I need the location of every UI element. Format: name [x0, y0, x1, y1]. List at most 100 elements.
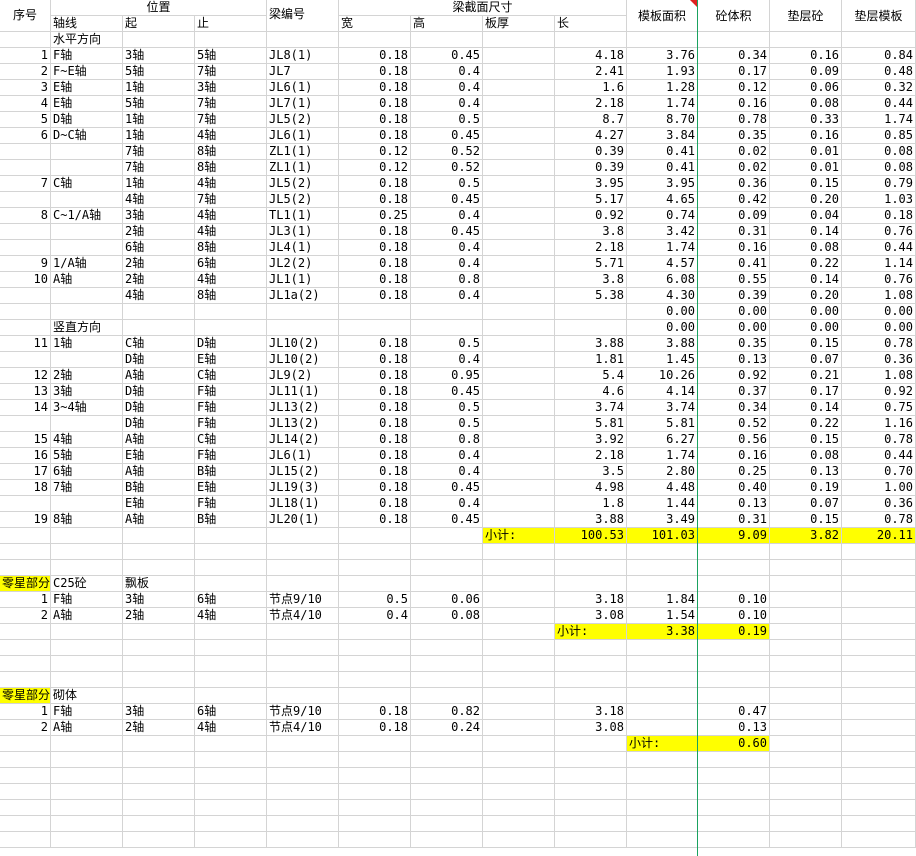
cell-to[interactable]: 7轴 — [195, 112, 267, 128]
cell-cc[interactable]: 0.16 — [770, 128, 842, 144]
cell-len[interactable]: 1.6 — [555, 80, 627, 96]
cell-h[interactable]: 0.45 — [411, 128, 483, 144]
cell-slab[interactable] — [483, 464, 555, 480]
cell-vol[interactable]: 0.78 — [698, 112, 770, 128]
cell-beam[interactable]: JL18(1) — [267, 496, 339, 512]
cell-beam[interactable] — [267, 672, 339, 688]
cell-w[interactable]: 0.18 — [339, 96, 411, 112]
cell-len[interactable]: 3.92 — [555, 432, 627, 448]
cell-cc[interactable] — [770, 752, 842, 768]
cell-from[interactable]: E轴 — [123, 448, 195, 464]
header-axis[interactable]: 轴线 — [51, 16, 123, 32]
cell-cc[interactable] — [770, 832, 842, 848]
cell-h[interactable]: 0.45 — [411, 512, 483, 528]
cell-cc[interactable]: 0.07 — [770, 496, 842, 512]
cell-seq[interactable] — [0, 736, 51, 752]
cell-cc[interactable] — [770, 592, 842, 608]
cell-axis[interactable] — [51, 144, 123, 160]
cell-beam[interactable]: JL6(1) — [267, 448, 339, 464]
cell-beam[interactable] — [267, 320, 339, 336]
cell-axis[interactable] — [51, 784, 123, 800]
cell-slab[interactable] — [483, 576, 555, 592]
cell-len[interactable]: 5.17 — [555, 192, 627, 208]
cell-cc[interactable]: 0.08 — [770, 96, 842, 112]
cell-w[interactable]: 0.18 — [339, 464, 411, 480]
cell-beam[interactable] — [267, 768, 339, 784]
cell-cf[interactable]: 0.78 — [842, 512, 916, 528]
cell-axis[interactable]: A轴 — [51, 608, 123, 624]
cell-from[interactable]: 3轴 — [123, 48, 195, 64]
cell-from[interactable]: A轴 — [123, 512, 195, 528]
cell-beam[interactable] — [267, 816, 339, 832]
cell-w[interactable] — [339, 32, 411, 48]
cell-vol[interactable]: 0.02 — [698, 144, 770, 160]
cell-beam[interactable]: JL15(2) — [267, 464, 339, 480]
cell-from[interactable]: A轴 — [123, 432, 195, 448]
cell-seq[interactable] — [0, 416, 51, 432]
cell-axis[interactable]: D轴 — [51, 112, 123, 128]
cell-h[interactable] — [411, 672, 483, 688]
cell-seq[interactable]: 19 — [0, 512, 51, 528]
cell-area[interactable]: 1.74 — [627, 448, 698, 464]
cell-to[interactable] — [195, 784, 267, 800]
cell-cc[interactable] — [770, 576, 842, 592]
cell-cc[interactable]: 0.21 — [770, 368, 842, 384]
cell-h[interactable]: 0.06 — [411, 592, 483, 608]
cell-beam[interactable]: JL2(2) — [267, 256, 339, 272]
cell-len[interactable]: 5.71 — [555, 256, 627, 272]
cell-w[interactable]: 0.18 — [339, 496, 411, 512]
cell-cc[interactable]: 0.09 — [770, 64, 842, 80]
cell-to[interactable] — [195, 544, 267, 560]
cell-w[interactable] — [339, 528, 411, 544]
cell-cc[interactable] — [770, 656, 842, 672]
cell-beam[interactable] — [267, 800, 339, 816]
cell-slab[interactable] — [483, 128, 555, 144]
cell-beam[interactable]: 节点4/10 — [267, 720, 339, 736]
cell-area[interactable]: 0.00 — [627, 304, 698, 320]
header-width[interactable]: 宽 — [339, 16, 411, 32]
cell-cf[interactable] — [842, 688, 916, 704]
cell-slab[interactable] — [483, 432, 555, 448]
cell-w[interactable]: 0.18 — [339, 704, 411, 720]
cell-h[interactable]: 0.4 — [411, 208, 483, 224]
cell-area[interactable]: 4.65 — [627, 192, 698, 208]
cell-beam[interactable]: TL1(1) — [267, 208, 339, 224]
cell-slab[interactable] — [483, 192, 555, 208]
cell-len[interactable]: 0.39 — [555, 160, 627, 176]
cell-cc[interactable]: 0.08 — [770, 448, 842, 464]
cell-cc[interactable]: 0.01 — [770, 144, 842, 160]
cell-slab[interactable] — [483, 608, 555, 624]
cell-h[interactable]: 0.5 — [411, 176, 483, 192]
cell-len[interactable] — [555, 304, 627, 320]
cell-seq[interactable] — [0, 32, 51, 48]
cell-vol[interactable]: 0.31 — [698, 512, 770, 528]
cell-cf[interactable]: 0.85 — [842, 128, 916, 144]
cell-axis[interactable]: F~E轴 — [51, 64, 123, 80]
cell-h[interactable]: 0.4 — [411, 256, 483, 272]
cell-cf[interactable] — [842, 640, 916, 656]
cell-h[interactable] — [411, 320, 483, 336]
cell-axis[interactable] — [51, 192, 123, 208]
cell-w[interactable] — [339, 304, 411, 320]
cell-h[interactable] — [411, 560, 483, 576]
cell-cf[interactable]: 0.75 — [842, 400, 916, 416]
cell-to[interactable] — [195, 624, 267, 640]
cell-area[interactable]: 3.74 — [627, 400, 698, 416]
cell-axis[interactable]: A轴 — [51, 720, 123, 736]
cell-area[interactable] — [627, 560, 698, 576]
cell-w[interactable]: 0.18 — [339, 448, 411, 464]
cell-len[interactable]: 3.88 — [555, 336, 627, 352]
cell-slab[interactable] — [483, 64, 555, 80]
cell-from[interactable] — [123, 832, 195, 848]
cell-slab[interactable] — [483, 800, 555, 816]
cell-from[interactable] — [123, 32, 195, 48]
cell-axis[interactable] — [51, 544, 123, 560]
cell-beam[interactable]: JL5(2) — [267, 176, 339, 192]
cell-area[interactable]: 3.76 — [627, 48, 698, 64]
cell-to[interactable] — [195, 688, 267, 704]
cell-slab[interactable] — [483, 768, 555, 784]
cell-slab[interactable] — [483, 144, 555, 160]
cell-cc[interactable]: 0.22 — [770, 256, 842, 272]
cell-cf[interactable]: 1.00 — [842, 480, 916, 496]
cell-cc[interactable]: 0.20 — [770, 192, 842, 208]
